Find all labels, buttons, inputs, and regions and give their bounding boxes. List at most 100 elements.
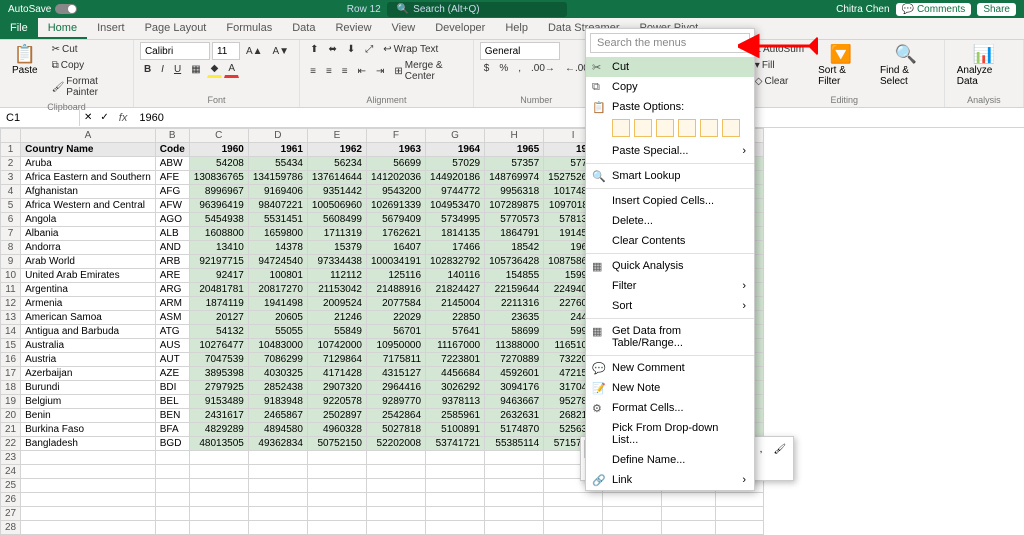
name-box[interactable]: C1 bbox=[0, 110, 80, 126]
cell[interactable]: 112112 bbox=[307, 269, 366, 283]
row-header-23[interactable]: 23 bbox=[1, 451, 21, 465]
cell[interactable]: 13410 bbox=[189, 241, 248, 255]
tab-file[interactable]: File bbox=[0, 18, 38, 39]
cell[interactable]: 100034191 bbox=[366, 255, 425, 269]
cell[interactable]: 55385114 bbox=[485, 437, 544, 451]
cell[interactable]: ABW bbox=[155, 157, 189, 171]
cell[interactable]: 4894580 bbox=[248, 423, 307, 437]
cell[interactable]: 2964416 bbox=[366, 381, 425, 395]
cell[interactable]: 2431617 bbox=[189, 409, 248, 423]
analyze-data-button[interactable]: 📊Analyze Data bbox=[951, 42, 1017, 89]
menu-define-name[interactable]: Define Name... bbox=[586, 450, 754, 470]
row-header-13[interactable]: 13 bbox=[1, 311, 21, 325]
merge-center-button[interactable]: ⊞ Merge & Center bbox=[390, 58, 466, 84]
select-all-corner[interactable] bbox=[1, 129, 21, 143]
cell[interactable]: 137614644 bbox=[307, 171, 366, 185]
cell[interactable]: BDI bbox=[155, 381, 189, 395]
cell[interactable]: 2585961 bbox=[426, 409, 485, 423]
cell[interactable]: 4315127 bbox=[366, 367, 425, 381]
col-header-D[interactable]: D bbox=[248, 129, 307, 143]
copy-button[interactable]: ⧉Copy bbox=[48, 58, 127, 73]
cell[interactable] bbox=[603, 493, 662, 507]
cell[interactable]: Benin bbox=[21, 409, 156, 423]
cell[interactable]: 4456684 bbox=[426, 367, 485, 381]
cell[interactable]: 7270889 bbox=[485, 353, 544, 367]
row-header-16[interactable]: 16 bbox=[1, 353, 21, 367]
col-header-C[interactable]: C bbox=[189, 129, 248, 143]
cell[interactable]: Azerbaijan bbox=[21, 367, 156, 381]
tab-insert[interactable]: Insert bbox=[87, 18, 135, 39]
indent-decrease-button[interactable]: ⇤ bbox=[354, 64, 370, 79]
cell[interactable]: AUS bbox=[155, 339, 189, 353]
header-cell[interactable]: 1963 bbox=[366, 143, 425, 157]
cell[interactable] bbox=[189, 521, 248, 535]
cell[interactable]: 22029 bbox=[366, 311, 425, 325]
menu-pick-list[interactable]: Pick From Drop-down List... bbox=[586, 418, 754, 450]
cell[interactable]: 11167000 bbox=[426, 339, 485, 353]
cell[interactable]: United Arab Emirates bbox=[21, 269, 156, 283]
cell[interactable]: 140116 bbox=[426, 269, 485, 283]
cell[interactable]: Antigua and Barbuda bbox=[21, 325, 156, 339]
cell[interactable]: 94724540 bbox=[248, 255, 307, 269]
cell[interactable]: BGD bbox=[155, 437, 189, 451]
cell[interactable]: 8996967 bbox=[189, 185, 248, 199]
fx-icon[interactable]: fx bbox=[113, 112, 134, 124]
cell[interactable] bbox=[662, 493, 716, 507]
cell[interactable]: Burundi bbox=[21, 381, 156, 395]
cell[interactable]: 50752150 bbox=[307, 437, 366, 451]
tab-data[interactable]: Data bbox=[282, 18, 325, 39]
menu-get-data[interactable]: ▦Get Data from Table/Range... bbox=[586, 321, 754, 353]
cell[interactable]: Armenia bbox=[21, 297, 156, 311]
row-header-12[interactable]: 12 bbox=[1, 297, 21, 311]
cell[interactable]: 7175811 bbox=[366, 353, 425, 367]
cell[interactable]: Belgium bbox=[21, 395, 156, 409]
font-size-select[interactable] bbox=[212, 42, 240, 60]
cell[interactable]: 55849 bbox=[307, 325, 366, 339]
cell[interactable]: 2852438 bbox=[248, 381, 307, 395]
row-header-28[interactable]: 28 bbox=[1, 521, 21, 535]
cell[interactable]: 57029 bbox=[426, 157, 485, 171]
cell[interactable]: 22159644 bbox=[485, 283, 544, 297]
cell[interactable]: ALB bbox=[155, 227, 189, 241]
cell[interactable] bbox=[248, 465, 307, 479]
cell[interactable]: BFA bbox=[155, 423, 189, 437]
row-header-21[interactable]: 21 bbox=[1, 423, 21, 437]
cell[interactable]: 9956318 bbox=[485, 185, 544, 199]
row-header-19[interactable]: 19 bbox=[1, 395, 21, 409]
cell[interactable] bbox=[189, 493, 248, 507]
menu-format-cells[interactable]: ⚙Format Cells... bbox=[586, 398, 754, 418]
cell[interactable]: 9744772 bbox=[426, 185, 485, 199]
row-header-2[interactable]: 2 bbox=[1, 157, 21, 171]
cell[interactable]: 7129864 bbox=[307, 353, 366, 367]
indent-increase-button[interactable]: ⇥ bbox=[372, 64, 388, 79]
cell[interactable]: 2542864 bbox=[366, 409, 425, 423]
fill-color-button[interactable]: ◆ bbox=[207, 61, 223, 78]
cell[interactable] bbox=[715, 493, 763, 507]
cell[interactable] bbox=[366, 493, 425, 507]
cell[interactable]: 134159786 bbox=[248, 171, 307, 185]
cell[interactable] bbox=[366, 521, 425, 535]
menu-paste-special[interactable]: Paste Special...› bbox=[586, 141, 754, 161]
cell[interactable]: 55055 bbox=[248, 325, 307, 339]
header-cell[interactable]: 1961 bbox=[248, 143, 307, 157]
cell[interactable]: 55434 bbox=[248, 157, 307, 171]
header-cell[interactable]: 1964 bbox=[426, 143, 485, 157]
cell[interactable]: 5734995 bbox=[426, 213, 485, 227]
cell[interactable]: 100801 bbox=[248, 269, 307, 283]
cell[interactable]: 10483000 bbox=[248, 339, 307, 353]
formula-input[interactable]: 1960 bbox=[133, 110, 1024, 126]
cell[interactable] bbox=[248, 521, 307, 535]
paste-option-1[interactable] bbox=[612, 119, 630, 137]
row-header-18[interactable]: 18 bbox=[1, 381, 21, 395]
cell[interactable]: 2077584 bbox=[366, 297, 425, 311]
increase-decimal-button[interactable]: .00→ bbox=[527, 61, 559, 76]
cell[interactable]: 1941498 bbox=[248, 297, 307, 311]
row-header-15[interactable]: 15 bbox=[1, 339, 21, 353]
cell[interactable] bbox=[426, 479, 485, 493]
underline-button[interactable]: U bbox=[170, 62, 185, 77]
cell[interactable]: 5770573 bbox=[485, 213, 544, 227]
cell[interactable]: 92417 bbox=[189, 269, 248, 283]
cell[interactable]: 130836765 bbox=[189, 171, 248, 185]
menu-copy[interactable]: ⧉Copy bbox=[586, 77, 754, 97]
cell[interactable]: 2632631 bbox=[485, 409, 544, 423]
